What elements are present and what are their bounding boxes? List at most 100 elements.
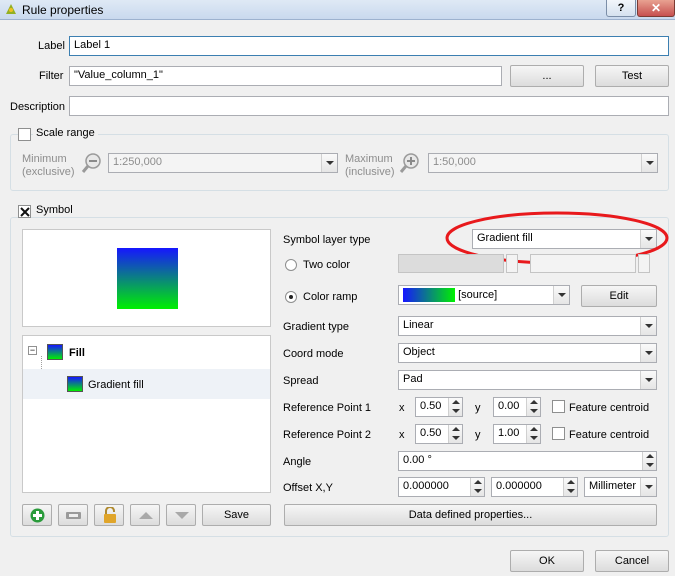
ref2-x-spinbox[interactable]: 0.50 [415,424,463,444]
ref2-y-label: y [475,429,481,441]
ref1-y-value: 0.00 [498,400,520,412]
ref1-x-label: x [399,402,405,414]
scale-range-title: Scale range [33,127,98,139]
cancel-button[interactable]: Cancel [595,550,669,572]
spin-arrows-icon[interactable] [642,452,656,470]
spin-arrows-icon[interactable] [563,478,577,496]
qgis-logo-icon [6,4,16,14]
zoom-in-icon [399,153,419,173]
gradient-fill-icon [67,376,83,392]
gradient-preview-swatch [117,248,178,309]
angle-label: Angle [283,456,312,468]
scale-range-checkbox[interactable] [18,128,31,141]
filter-label: Filter [39,70,64,82]
save-symbol-button[interactable]: Save [202,504,271,526]
spread-combo[interactable]: Pad [398,370,657,390]
spin-arrows-icon[interactable] [470,478,484,496]
minimum-sub-label: (exclusive) [22,166,75,178]
reference-point-2-label: Reference Point 2 [283,429,372,441]
help-button[interactable]: ? [606,0,636,17]
ref1-y-spinbox[interactable]: 0.00 [493,397,541,417]
gradient-type-combo[interactable]: Linear [398,316,657,336]
chevron-down-icon [640,478,656,496]
offset-x-value: 0.000000 [403,480,449,492]
spin-arrows-icon[interactable] [448,398,462,416]
checkmark-icon [20,207,30,217]
window-title: Rule properties [22,3,104,17]
spread-value: Pad [403,373,423,385]
maximum-sub-label: (inclusive) [345,166,395,178]
offset-y-spinbox[interactable]: 0.000000 [491,477,578,497]
filter-input[interactable]: "Value_column_1" [69,66,502,86]
ref2-x-value: 0.50 [420,427,442,439]
move-down-button[interactable] [166,504,196,526]
spin-arrows-icon[interactable] [448,425,462,443]
ref2-feature-centroid-checkbox[interactable] [552,427,565,440]
chevron-down-icon [321,154,337,172]
chevron-down-icon [640,344,656,362]
filter-expression-button[interactable]: ... [510,65,584,87]
color2-dropdown[interactable] [638,254,650,273]
minus-icon [66,512,81,519]
coord-mode-label: Coord mode [283,348,344,360]
color-ramp-radio[interactable] [285,291,297,303]
color1-dropdown[interactable] [506,254,518,273]
ref2-x-label: x [399,429,405,441]
remove-layer-button[interactable] [58,504,88,526]
coord-mode-combo[interactable]: Object [398,343,657,363]
ref1-y-label: y [475,402,481,414]
spread-label: Spread [283,375,319,387]
maximum-scale-combo[interactable]: 1:50,000 [428,153,658,173]
ok-button[interactable]: OK [510,550,584,572]
symbol-layer-type-label: Symbol layer type [283,234,371,246]
lock-layer-button[interactable] [94,504,124,526]
ref1-feature-centroid-checkbox[interactable] [552,400,565,413]
chevron-down-icon [553,286,569,304]
ref2-y-value: 1.00 [498,427,520,439]
gradient-type-label: Gradient type [283,321,350,333]
two-color-radio[interactable] [285,259,297,271]
gradient-type-value: Linear [403,319,434,331]
test-button[interactable]: Test [595,65,669,87]
arrow-down-icon [175,512,189,519]
description-label: Description [10,101,66,113]
offset-label: Offset X,Y [283,482,333,494]
color1-button[interactable] [398,254,504,273]
plus-icon [30,508,45,523]
offset-unit-value: Millimeter [589,480,637,492]
color2-button[interactable] [530,254,636,273]
chevron-down-icon [640,317,656,335]
ref2-y-spinbox[interactable]: 1.00 [493,424,541,444]
offset-x-spinbox[interactable]: 0.000000 [398,477,485,497]
angle-spinbox[interactable]: 0.00 ° [398,451,657,471]
label-label: Label [38,40,65,52]
two-color-label: Two color [303,259,351,271]
fill-icon [47,344,63,360]
close-button[interactable]: ✕ [637,0,675,17]
label-input[interactable]: Label 1 [69,36,669,56]
collapse-icon[interactable]: − [28,346,37,355]
spin-arrows-icon[interactable] [526,398,540,416]
add-layer-button[interactable] [22,504,52,526]
maximum-label: Maximum [345,153,393,165]
minimum-scale-combo[interactable]: 1:250,000 [108,153,338,173]
description-input[interactable] [69,96,669,116]
ref1-feature-centroid-label: Feature centroid [569,402,650,414]
symbol-title: Symbol [33,204,76,216]
spin-arrows-icon[interactable] [526,425,540,443]
lock-icon [104,507,116,523]
tree-selected-row[interactable] [23,369,270,399]
tree-item-fill[interactable]: Fill [69,347,85,359]
offset-unit-combo[interactable]: Millimeter [584,477,657,497]
ref2-feature-centroid-label: Feature centroid [569,429,650,441]
arrow-up-icon [139,512,153,519]
move-up-button[interactable] [130,504,160,526]
data-defined-properties-button[interactable]: Data defined properties... [284,504,657,526]
tree-item-gradient-fill[interactable]: Gradient fill [88,379,144,391]
ref1-x-spinbox[interactable]: 0.50 [415,397,463,417]
color-ramp-combo[interactable]: [source] [398,285,570,305]
color-ramp-value: [source] [458,289,498,301]
edit-ramp-button[interactable]: Edit [581,285,657,307]
ref1-x-value: 0.50 [420,400,442,412]
symbol-checkbox[interactable] [18,205,31,218]
